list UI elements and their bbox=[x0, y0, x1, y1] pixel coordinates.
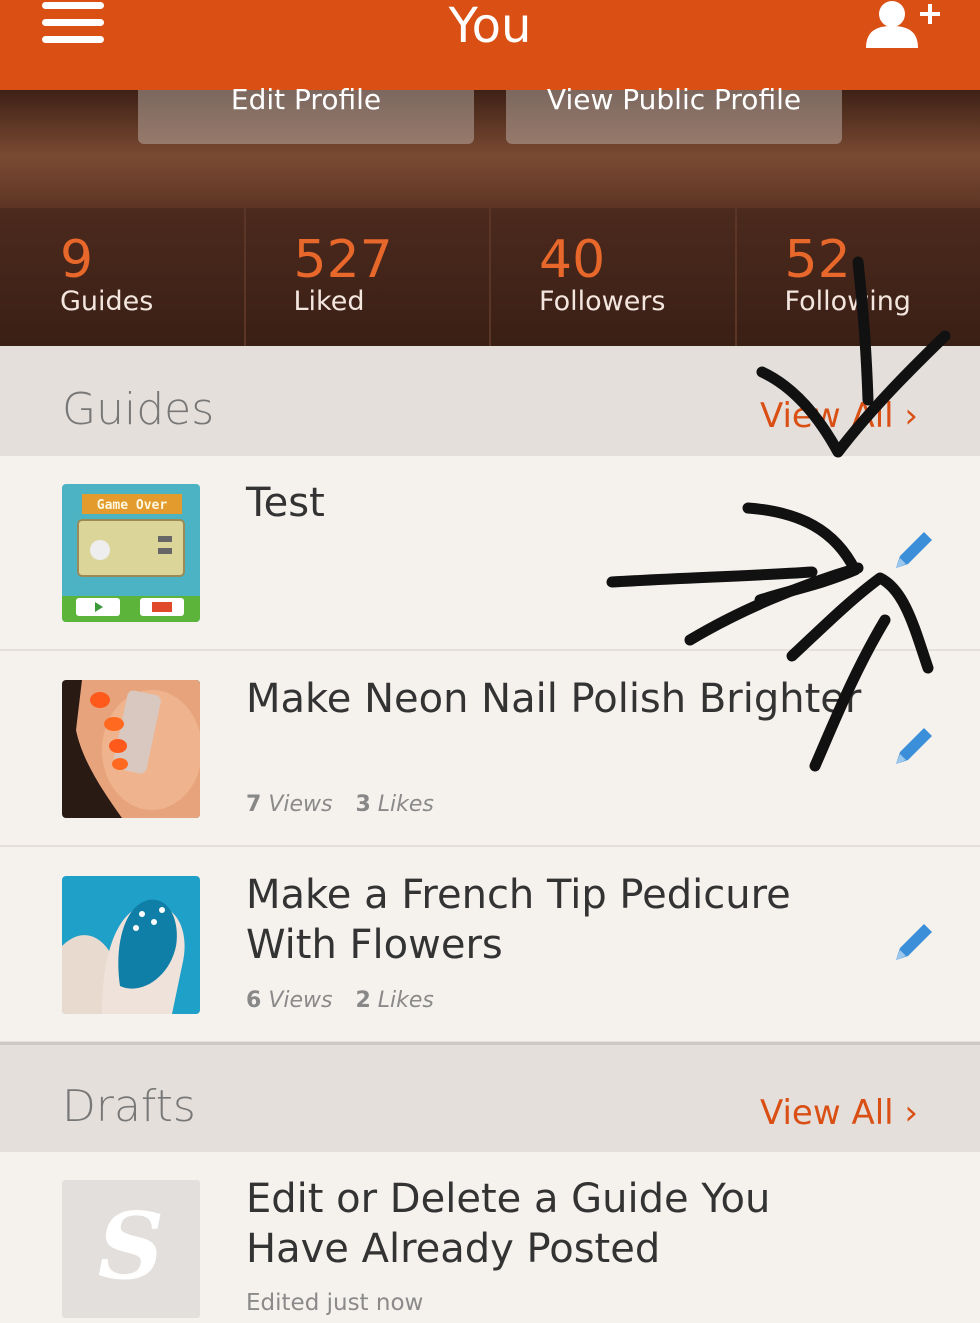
stat-value: 52 bbox=[784, 230, 851, 290]
stat-following[interactable]: 52 Following bbox=[737, 208, 980, 346]
pencil-icon[interactable] bbox=[890, 724, 936, 770]
views-label: Views bbox=[268, 988, 333, 1013]
drafts-section-title: Drafts bbox=[62, 1081, 196, 1132]
stat-guides[interactable]: 9 Guides bbox=[0, 208, 246, 346]
thumbnail-game-over-text: Game Over bbox=[97, 498, 168, 513]
stat-value: 9 bbox=[60, 230, 94, 290]
stat-label: Following bbox=[784, 286, 911, 317]
guide-thumbnail bbox=[62, 680, 200, 818]
pencil-icon[interactable] bbox=[890, 528, 936, 574]
drafts-view-all-link[interactable]: View All › bbox=[760, 1093, 918, 1133]
stat-liked[interactable]: 527 Liked bbox=[246, 208, 491, 346]
likes-label: Likes bbox=[377, 988, 434, 1013]
stat-label: Liked bbox=[293, 286, 365, 317]
stat-followers[interactable]: 40 Followers bbox=[491, 208, 737, 346]
views-count: 7 bbox=[246, 792, 262, 817]
guide-title: Test bbox=[246, 480, 325, 526]
edit-profile-button[interactable]: Edit Profile bbox=[138, 86, 474, 144]
guide-stats: 6 Views 2 Likes bbox=[246, 988, 450, 1013]
guides-section-title: Guides bbox=[62, 384, 215, 435]
stat-label: Guides bbox=[60, 286, 154, 317]
guides-view-all-link[interactable]: View All › bbox=[760, 396, 918, 436]
draft-thumbnail: S bbox=[62, 1180, 200, 1318]
pencil-icon[interactable] bbox=[890, 920, 936, 966]
draft-edited-status: Edited just now bbox=[246, 1290, 424, 1316]
snapguide-logo-letter: S bbox=[97, 1192, 165, 1300]
guide-title: Make a French Tip Pedicure With Flowers bbox=[246, 872, 791, 968]
profile-hero: Edit Profile View Public Profile bbox=[0, 86, 980, 210]
stat-value: 527 bbox=[293, 230, 393, 290]
guide-thumbnail bbox=[62, 876, 200, 1014]
guide-row[interactable]: Make Neon Nail Polish Brighter 7 Views 3… bbox=[0, 652, 980, 847]
top-bar: You bbox=[0, 0, 980, 90]
likes-count: 2 bbox=[355, 988, 371, 1013]
guide-thumbnail: Game Over bbox=[62, 484, 200, 622]
view-public-profile-button[interactable]: View Public Profile bbox=[506, 86, 842, 144]
guide-title: Make Neon Nail Polish Brighter bbox=[246, 676, 862, 722]
drafts-section-header: Drafts View All › bbox=[0, 1042, 980, 1152]
add-user-icon[interactable] bbox=[862, 0, 942, 50]
guide-row[interactable]: Game Over Test bbox=[0, 456, 980, 651]
page-title: You bbox=[448, 0, 532, 54]
stats-bar: 9 Guides 527 Liked 40 Followers 52 Follo… bbox=[0, 208, 980, 346]
guide-row[interactable]: Make a French Tip Pedicure With Flowers … bbox=[0, 848, 980, 1043]
guides-section-header: Guides View All › bbox=[0, 346, 980, 456]
stat-value: 40 bbox=[539, 230, 606, 290]
likes-count: 3 bbox=[355, 792, 371, 817]
stat-label: Followers bbox=[539, 286, 666, 317]
views-count: 6 bbox=[246, 988, 262, 1013]
draft-title: Edit or Delete a Guide You Have Already … bbox=[246, 1176, 771, 1272]
likes-label: Likes bbox=[377, 792, 434, 817]
guide-stats: 7 Views 3 Likes bbox=[246, 792, 450, 817]
views-label: Views bbox=[268, 792, 333, 817]
draft-row[interactable]: S Edit or Delete a Guide You Have Alread… bbox=[0, 1152, 980, 1323]
